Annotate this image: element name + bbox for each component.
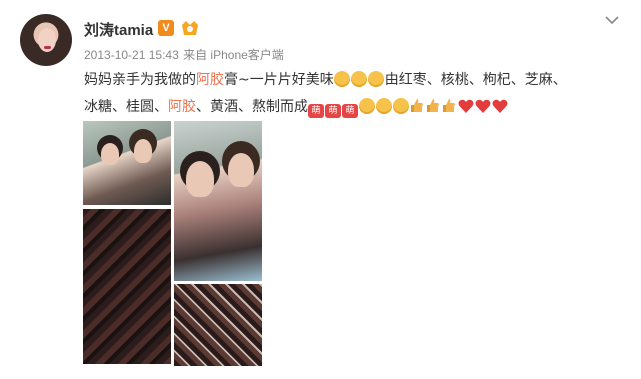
topic-link[interactable]: 阿胶 xyxy=(196,72,224,88)
cute-sticker-icon: 萌 xyxy=(325,104,341,118)
photo-thumbnail[interactable] xyxy=(174,121,262,281)
smile-emoji-icon xyxy=(350,71,367,87)
weibo-post-card: 刘涛tamia V 2013-10-21 15:43 来自 iPhone客户端 … xyxy=(0,0,641,379)
post-text: 妈妈亲手为我做的阿胶膏~一片片好美味 由红枣、核桃、枸杞、芝麻、 冰糖、桂圆、阿胶… xyxy=(84,67,584,121)
post-meta: 2013-10-21 15:43 来自 iPhone客户端 xyxy=(84,46,284,63)
smile-emoji-icon xyxy=(333,71,350,87)
thumbs-up-icon xyxy=(411,99,423,112)
kiss-emoji-icon xyxy=(359,98,375,114)
text-segment: 、黄酒、熬制而成 xyxy=(196,99,308,115)
photo-thumbnail[interactable] xyxy=(83,209,171,364)
kiss-emoji-icon xyxy=(393,98,409,114)
photo-collage[interactable] xyxy=(83,121,263,366)
smile-emoji-icon xyxy=(367,71,384,87)
thumbs-up-icon xyxy=(443,99,455,112)
timestamp-link[interactable]: 2013-10-21 15:43 xyxy=(84,48,179,62)
text-segment: 膏~一片片好美味 xyxy=(224,72,334,88)
avatar[interactable] xyxy=(20,14,72,66)
chevron-down-icon[interactable] xyxy=(604,14,620,26)
text-segment: 妈妈亲手为我做的 xyxy=(84,72,196,88)
cute-sticker-icon: 萌 xyxy=(308,104,324,118)
vip-member-icon[interactable] xyxy=(180,19,200,37)
source-label: 来自 iPhone客户端 xyxy=(183,48,284,62)
username-link[interactable]: 刘涛tamia xyxy=(84,19,153,40)
photo-figure xyxy=(101,143,119,165)
photo-thumbnail[interactable] xyxy=(174,284,262,366)
avatar-lips xyxy=(44,46,51,49)
topic-link[interactable]: 阿胶 xyxy=(168,99,196,115)
photo-figure xyxy=(228,153,254,187)
photo-thumbnail[interactable] xyxy=(83,121,171,205)
text-segment: 冰糖、桂圆、 xyxy=(84,99,168,115)
photo-figure xyxy=(134,139,152,163)
heart-icon xyxy=(475,99,491,113)
text-segment: 由红枣、核桃、枸杞、芝麻、 xyxy=(384,72,567,88)
verified-badge-icon: V xyxy=(158,20,174,36)
photo-figure xyxy=(186,161,214,197)
kiss-emoji-icon xyxy=(376,98,392,114)
heart-icon xyxy=(458,99,474,113)
cute-sticker-icon: 萌 xyxy=(342,104,358,118)
heart-icon xyxy=(492,99,508,113)
thumbs-up-icon xyxy=(427,99,439,112)
